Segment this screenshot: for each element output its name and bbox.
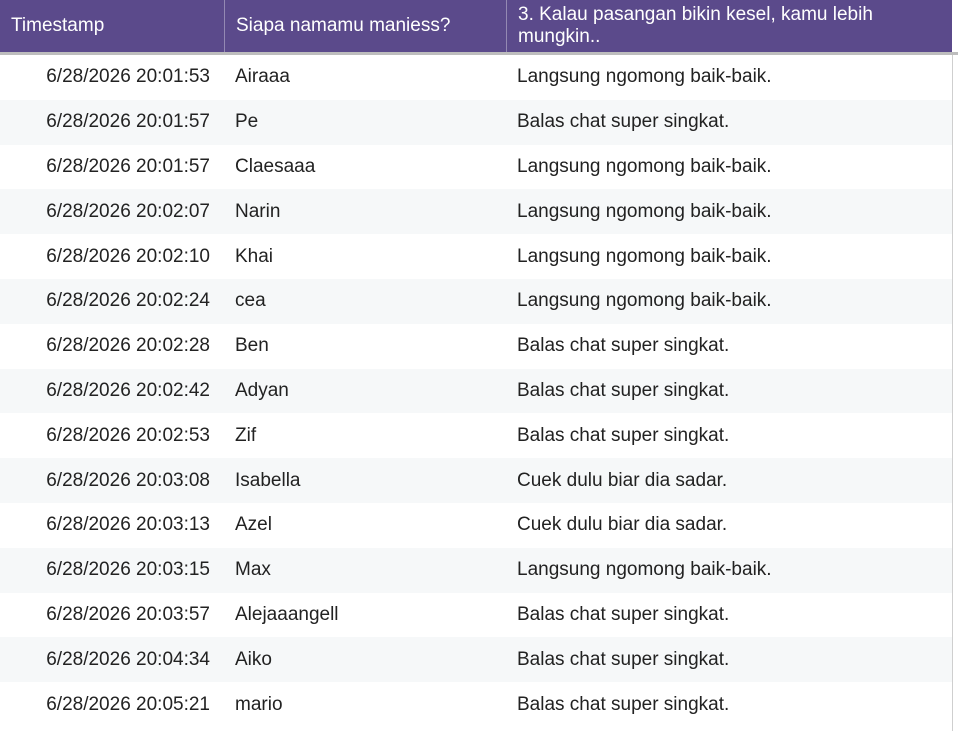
- table-header: Timestamp Siapa namamu maniess? 3. Kalau…: [0, 0, 958, 55]
- table-row: 6/28/2026 20:03:13 Azel Cuek dulu biar d…: [0, 502, 952, 548]
- column-header-timestamp[interactable]: Timestamp: [0, 0, 224, 52]
- table-row: 6/28/2026 20:02:53 Zif Balas chat super …: [0, 413, 952, 459]
- cell-timestamp[interactable]: 6/28/2026 20:02:07: [0, 189, 224, 234]
- spreadsheet-table: Timestamp Siapa namamu maniess? 3. Kalau…: [0, 0, 958, 731]
- table-row: 6/28/2026 20:02:10 Khai Langsung ngomong…: [0, 234, 952, 279]
- cell-timestamp[interactable]: 6/28/2026 20:03:57: [0, 593, 224, 638]
- table-body: 6/28/2026 20:01:53 Airaaa Langsung ngomo…: [0, 55, 952, 727]
- cell-answer[interactable]: Balas chat super singkat.: [506, 369, 952, 414]
- cell-timestamp[interactable]: 6/28/2026 20:02:42: [0, 369, 224, 414]
- cell-timestamp[interactable]: 6/28/2026 20:02:28: [0, 324, 224, 369]
- cell-timestamp[interactable]: 6/28/2026 20:05:21: [0, 682, 224, 727]
- cell-timestamp[interactable]: 6/28/2026 20:03:08: [0, 458, 224, 503]
- table-row: 6/28/2026 20:02:28 Ben Balas chat super …: [0, 323, 952, 369]
- cell-answer[interactable]: Langsung ngomong baik-baik.: [506, 548, 952, 593]
- cell-answer[interactable]: Langsung ngomong baik-baik.: [506, 189, 952, 234]
- cell-answer[interactable]: Cuek dulu biar dia sadar.: [506, 503, 952, 548]
- cell-answer[interactable]: Cuek dulu biar dia sadar.: [506, 458, 952, 503]
- table-row: 6/28/2026 20:03:15 Max Langsung ngomong …: [0, 547, 952, 593]
- cell-name[interactable]: mario: [224, 682, 506, 727]
- table-row: 6/28/2026 20:01:57 Claesaaa Langsung ngo…: [0, 144, 952, 190]
- cell-timestamp[interactable]: 6/28/2026 20:02:10: [0, 234, 224, 279]
- table-row: 6/28/2026 20:01:53 Airaaa Langsung ngomo…: [0, 55, 952, 100]
- cell-name[interactable]: cea: [224, 279, 506, 324]
- cell-answer[interactable]: Balas chat super singkat.: [506, 637, 952, 682]
- cell-name[interactable]: Adyan: [224, 369, 506, 414]
- cell-answer[interactable]: Langsung ngomong baik-baik.: [506, 279, 952, 324]
- cell-answer[interactable]: Balas chat super singkat.: [506, 682, 952, 727]
- table-row: 6/28/2026 20:02:07 Narin Langsung ngomon…: [0, 189, 952, 235]
- cell-timestamp[interactable]: 6/28/2026 20:02:53: [0, 413, 224, 458]
- cell-answer[interactable]: Langsung ngomong baik-baik.: [506, 55, 952, 100]
- cell-name[interactable]: Max: [224, 548, 506, 593]
- table-right-edge: [952, 55, 958, 731]
- column-header-name[interactable]: Siapa namamu maniess?: [224, 0, 506, 52]
- cell-timestamp[interactable]: 6/28/2026 20:04:34: [0, 637, 224, 682]
- cell-name[interactable]: Ben: [224, 324, 506, 369]
- cell-timestamp[interactable]: 6/28/2026 20:01:57: [0, 100, 224, 145]
- cell-answer[interactable]: Langsung ngomong baik-baik.: [506, 145, 952, 190]
- cell-name[interactable]: Isabella: [224, 458, 506, 503]
- header-edge: [952, 0, 958, 52]
- table-row: 6/28/2026 20:03:08 Isabella Cuek dulu bi…: [0, 458, 952, 503]
- cell-name[interactable]: Pe: [224, 100, 506, 145]
- cell-answer[interactable]: Balas chat super singkat.: [506, 593, 952, 638]
- cell-answer[interactable]: Balas chat super singkat.: [506, 100, 952, 145]
- cell-name[interactable]: Narin: [224, 189, 506, 234]
- column-header-question3[interactable]: 3. Kalau pasangan bikin kesel, kamu lebi…: [506, 0, 952, 52]
- table-row: 6/28/2026 20:02:42 Adyan Balas chat supe…: [0, 368, 952, 414]
- cell-name[interactable]: Claesaaa: [224, 145, 506, 190]
- cell-timestamp[interactable]: 6/28/2026 20:02:24: [0, 279, 224, 324]
- table-row: 6/28/2026 20:04:34 Aiko Balas chat super…: [0, 637, 952, 683]
- cell-answer[interactable]: Langsung ngomong baik-baik.: [506, 234, 952, 279]
- cell-answer[interactable]: Balas chat super singkat.: [506, 413, 952, 458]
- table-row: 6/28/2026 20:01:57 Pe Balas chat super s…: [0, 99, 952, 145]
- cell-answer[interactable]: Balas chat super singkat.: [506, 324, 952, 369]
- cell-name[interactable]: Azel: [224, 503, 506, 548]
- table-row: 6/28/2026 20:05:21 mario Balas chat supe…: [0, 682, 952, 727]
- cell-name[interactable]: Aiko: [224, 637, 506, 682]
- table-row: 6/28/2026 20:02:24 cea Langsung ngomong …: [0, 278, 952, 324]
- cell-name[interactable]: Airaaa: [224, 55, 506, 100]
- cell-timestamp[interactable]: 6/28/2026 20:01:57: [0, 145, 224, 190]
- cell-timestamp[interactable]: 6/28/2026 20:01:53: [0, 55, 224, 100]
- table-row: 6/28/2026 20:03:57 Alejaaangell Balas ch…: [0, 592, 952, 638]
- cell-name[interactable]: Alejaaangell: [224, 593, 506, 638]
- cell-timestamp[interactable]: 6/28/2026 20:03:13: [0, 503, 224, 548]
- cell-timestamp[interactable]: 6/28/2026 20:03:15: [0, 548, 224, 593]
- cell-name[interactable]: Zif: [224, 413, 506, 458]
- cell-name[interactable]: Khai: [224, 234, 506, 279]
